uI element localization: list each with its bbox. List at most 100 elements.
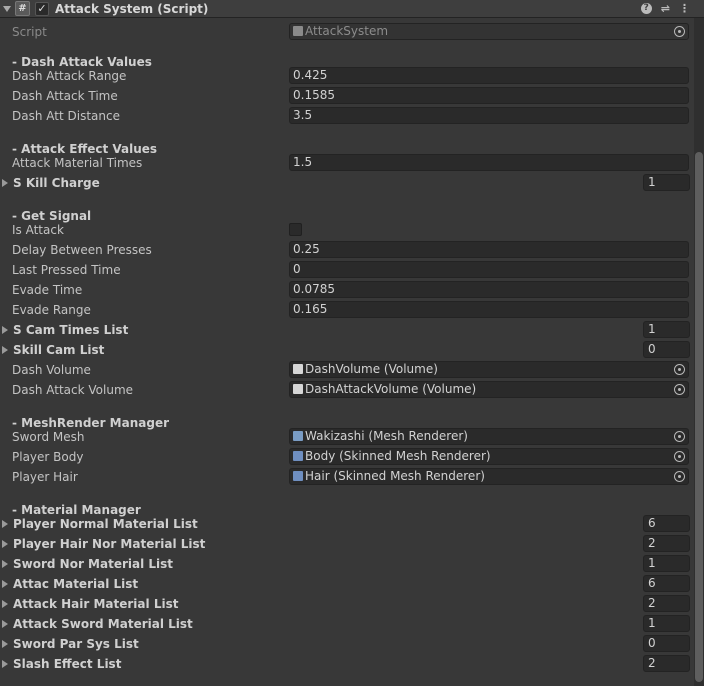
property-row: Player Body Body (Skinned Mesh Renderer) xyxy=(0,447,690,467)
enabled-checkbox[interactable]: ✓ xyxy=(35,1,49,16)
object-value: Wakizashi (Mesh Renderer) xyxy=(305,429,468,443)
more-options-icon[interactable]: ⋮ xyxy=(679,2,690,15)
expand-arrow-icon[interactable] xyxy=(2,540,8,548)
help-icon[interactable]: ? xyxy=(640,3,652,14)
object-value: Body (Skinned Mesh Renderer) xyxy=(305,449,491,463)
property-label: Sword Mesh xyxy=(12,430,85,444)
cube-icon xyxy=(293,364,303,374)
property-label: Attack Sword Material List xyxy=(13,617,193,631)
collapse-arrow-icon[interactable] xyxy=(3,5,11,12)
expand-arrow-icon[interactable] xyxy=(2,660,8,668)
script-field[interactable]: AttackSystem xyxy=(289,23,689,40)
list-size-field[interactable]: 2 xyxy=(643,655,690,672)
property-row: Sword Mesh Wakizashi (Mesh Renderer) xyxy=(0,427,690,447)
property-label: S Cam Times List xyxy=(13,323,129,337)
object-picker-icon[interactable] xyxy=(674,364,685,375)
property-label: Last Pressed Time xyxy=(12,263,121,277)
object-field[interactable]: Body (Skinned Mesh Renderer) xyxy=(289,448,689,465)
expand-arrow-icon[interactable] xyxy=(2,580,8,588)
property-label: Attac Material List xyxy=(13,577,139,591)
object-picker-icon[interactable] xyxy=(674,471,685,482)
property-row[interactable]: Attack Sword Material List 1 xyxy=(0,614,690,634)
object-value: DashVolume (Volume) xyxy=(305,362,438,376)
property-row[interactable]: Slash Effect List 2 xyxy=(0,654,690,674)
preset-icon[interactable]: ⇌ xyxy=(661,2,670,15)
property-row: Evade Range 0.165 xyxy=(0,300,690,320)
float-field[interactable]: 0 xyxy=(289,261,689,278)
property-label: Player Hair xyxy=(12,470,78,484)
script-icon: # xyxy=(15,1,30,16)
float-field[interactable]: 1.5 xyxy=(289,154,689,171)
property-row[interactable]: Skill Cam List 0 xyxy=(0,340,690,360)
component-header[interactable]: # ✓ Attack System (Script) ? ⇌ ⋮ xyxy=(0,0,704,18)
property-label: Is Attack xyxy=(12,223,64,237)
property-row: Is Attack xyxy=(0,220,690,240)
script-value: AttackSystem xyxy=(305,24,389,38)
property-row: Last Pressed Time 0 xyxy=(0,260,690,280)
list-size-field[interactable]: 6 xyxy=(643,575,690,592)
mesh-renderer-icon xyxy=(293,431,303,441)
script-row: Script AttackSystem xyxy=(0,22,690,42)
object-value: Hair (Skinned Mesh Renderer) xyxy=(305,469,485,483)
property-row[interactable]: S Kill Charge 1 xyxy=(0,173,690,193)
expand-arrow-icon[interactable] xyxy=(2,620,8,628)
list-size-field[interactable]: 6 xyxy=(643,515,690,532)
property-row[interactable]: Attack Hair Material List 2 xyxy=(0,594,690,614)
object-picker-icon[interactable] xyxy=(674,26,685,37)
property-label: Skill Cam List xyxy=(13,343,105,357)
list-size-field[interactable]: 2 xyxy=(643,535,690,552)
object-field[interactable]: DashVolume (Volume) xyxy=(289,361,689,378)
object-picker-icon[interactable] xyxy=(674,431,685,442)
property-label: Sword Nor Material List xyxy=(13,557,174,571)
object-picker-icon[interactable] xyxy=(674,384,685,395)
float-field[interactable]: 0.425 xyxy=(289,67,689,84)
expand-arrow-icon[interactable] xyxy=(2,520,8,528)
expand-arrow-icon[interactable] xyxy=(2,346,8,354)
property-row[interactable]: Sword Nor Material List 1 xyxy=(0,554,690,574)
float-field[interactable]: 0.0785 xyxy=(289,281,689,298)
property-row: Dash Volume DashVolume (Volume) xyxy=(0,360,690,380)
script-file-icon xyxy=(293,26,303,36)
float-field[interactable]: 0.1585 xyxy=(289,87,689,104)
expand-arrow-icon[interactable] xyxy=(2,640,8,648)
property-row[interactable]: S Cam Times List 1 xyxy=(0,320,690,340)
object-picker-icon[interactable] xyxy=(674,451,685,462)
property-label: Dash Volume xyxy=(12,363,91,377)
property-row: Dash Attack Volume DashAttackVolume (Volu… xyxy=(0,380,690,400)
list-size-field[interactable]: 1 xyxy=(643,555,690,572)
list-size-field[interactable]: 1 xyxy=(643,174,690,191)
list-size-field[interactable]: 0 xyxy=(643,635,690,652)
property-label: Evade Range xyxy=(12,303,91,317)
property-label: Player Normal Material List xyxy=(13,517,198,531)
float-field[interactable]: 0.165 xyxy=(289,301,689,318)
expand-arrow-icon[interactable] xyxy=(2,600,8,608)
list-size-field[interactable]: 0 xyxy=(643,341,690,358)
expand-arrow-icon[interactable] xyxy=(2,560,8,568)
property-label: Player Hair Nor Material List xyxy=(13,537,206,551)
skinned-mesh-icon xyxy=(293,451,303,461)
expand-arrow-icon[interactable] xyxy=(2,179,8,187)
property-row: Evade Time 0.0785 xyxy=(0,280,690,300)
property-row[interactable]: Player Normal Material List 6 xyxy=(0,514,690,534)
property-label: Dash Attack Volume xyxy=(12,383,134,397)
property-row[interactable]: Player Hair Nor Material List 2 xyxy=(0,534,690,554)
object-field[interactable]: Hair (Skinned Mesh Renderer) xyxy=(289,468,689,485)
object-field[interactable]: DashAttackVolume (Volume) xyxy=(289,381,689,398)
list-size-field[interactable]: 1 xyxy=(643,615,690,632)
property-row[interactable]: Attac Material List 6 xyxy=(0,574,690,594)
property-row[interactable]: Sword Par Sys List 0 xyxy=(0,634,690,654)
expand-arrow-icon[interactable] xyxy=(2,326,8,334)
property-row: Dash Att Distance 3.5 xyxy=(0,106,690,126)
property-label: Attack Material Times xyxy=(12,156,143,170)
cube-icon xyxy=(293,384,303,394)
skinned-mesh-icon xyxy=(293,471,303,481)
float-field[interactable]: 0.25 xyxy=(289,241,689,258)
object-field[interactable]: Wakizashi (Mesh Renderer) xyxy=(289,428,689,445)
scrollbar-thumb[interactable] xyxy=(695,152,703,682)
bool-checkbox[interactable] xyxy=(289,223,302,236)
property-label: Slash Effect List xyxy=(13,657,122,671)
list-size-field[interactable]: 1 xyxy=(643,321,690,338)
property-label: Dash Att Distance xyxy=(12,109,120,123)
list-size-field[interactable]: 2 xyxy=(643,595,690,612)
float-field[interactable]: 3.5 xyxy=(289,107,689,124)
